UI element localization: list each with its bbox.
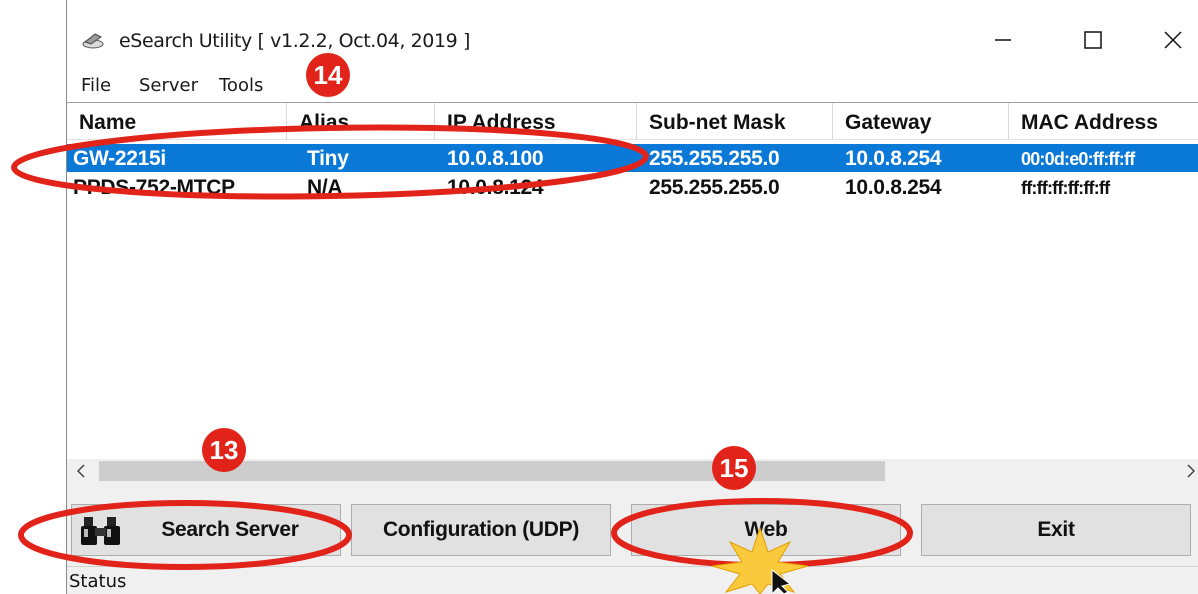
- table-row[interactable]: GW-2215i Tiny 10.0.8.100 255.255.255.0 1…: [67, 144, 1198, 172]
- step-13-label: 13: [209, 434, 239, 465]
- header-gateway[interactable]: Gateway: [833, 103, 1009, 140]
- step-15-label: 15: [719, 452, 749, 483]
- maximize-button[interactable]: [1073, 22, 1113, 58]
- cell-ip: 10.0.8.124: [447, 176, 544, 199]
- cell-mac: ff:ff:ff:ff:ff:ff: [1021, 178, 1110, 198]
- scroll-right-button[interactable]: [1179, 460, 1198, 482]
- cell-alias: Tiny: [307, 147, 349, 170]
- cell-mask: 255.255.255.0: [649, 176, 780, 199]
- menu-file[interactable]: File: [81, 75, 111, 96]
- window-title: eSearch Utility [ v1.2.2, Oct.04, 2019 ]: [119, 30, 471, 52]
- step-badge-14: 14: [306, 53, 350, 97]
- server-list[interactable]: Name Alias IP Address Sub-net Mask Gatew…: [67, 102, 1198, 483]
- exit-button[interactable]: Exit: [921, 504, 1191, 556]
- menu-tools[interactable]: Tools: [219, 75, 263, 96]
- status-text: Status: [69, 571, 127, 592]
- esearch-window: eSearch Utility [ v1.2.2, Oct.04, 2019 ]…: [66, 0, 1198, 594]
- scroll-left-button[interactable]: [69, 460, 93, 482]
- cell-gateway: 10.0.8.254: [845, 147, 942, 170]
- cell-name: GW-2215i: [73, 147, 166, 170]
- column-header: Name Alias IP Address Sub-net Mask Gatew…: [67, 103, 1198, 140]
- chevron-left-icon: [76, 464, 85, 478]
- minimize-button[interactable]: [983, 22, 1023, 58]
- cell-mask: 255.255.255.0: [649, 147, 780, 170]
- menu-server[interactable]: Server: [139, 75, 198, 96]
- search-server-label: Search Server: [161, 518, 299, 541]
- minimize-icon: [995, 39, 1011, 41]
- configuration-udp-button[interactable]: Configuration (UDP): [351, 504, 611, 556]
- cell-mac: 00:0d:e0:ff:ff:ff: [1021, 149, 1135, 169]
- binoculars-icon: [81, 517, 120, 545]
- step-badge-15: 15: [712, 446, 756, 490]
- title-bar: eSearch Utility [ v1.2.2, Oct.04, 2019 ]: [67, 0, 1198, 70]
- web-button[interactable]: Web: [631, 504, 901, 556]
- step-14-label: 14: [313, 59, 343, 90]
- exit-label: Exit: [1037, 518, 1075, 541]
- status-bar: Status: [67, 566, 1198, 594]
- menu-bar: File Server Tools: [67, 70, 1198, 102]
- web-label: Web: [744, 518, 788, 541]
- chevron-right-icon: [1187, 464, 1196, 478]
- cell-gateway: 10.0.8.254: [845, 176, 942, 199]
- header-ip-address[interactable]: IP Address: [435, 103, 637, 140]
- maximize-icon: [1084, 31, 1102, 49]
- cell-alias: N/A: [307, 176, 343, 199]
- cell-name: PPDS-752-MTCP: [73, 176, 235, 199]
- header-subnet-mask[interactable]: Sub-net Mask: [637, 103, 833, 140]
- cell-ip: 10.0.8.100: [447, 147, 544, 170]
- configuration-label: Configuration (UDP): [382, 518, 580, 541]
- search-server-button[interactable]: Search Server: [71, 504, 341, 556]
- header-name[interactable]: Name: [67, 103, 287, 140]
- close-icon: [1164, 31, 1182, 49]
- network-tool-icon: [82, 33, 104, 49]
- close-button[interactable]: [1153, 22, 1193, 58]
- step-badge-13: 13: [202, 428, 246, 472]
- header-alias[interactable]: Alias: [287, 103, 435, 140]
- header-mac-address[interactable]: MAC Address: [1009, 103, 1198, 140]
- table-row[interactable]: PPDS-752-MTCP N/A 10.0.8.124 255.255.255…: [67, 173, 1198, 201]
